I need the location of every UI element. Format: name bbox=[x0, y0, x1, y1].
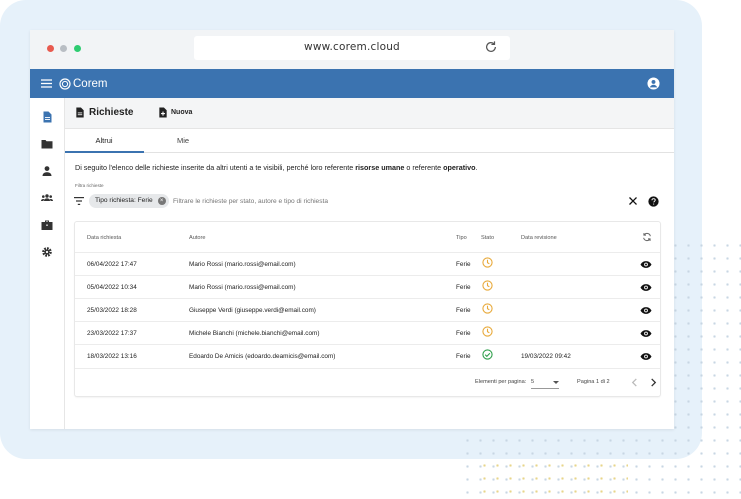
column-header[interactable]: Data richiesta bbox=[87, 235, 121, 241]
request-author: Mario Rossi (mario.rossi@email.com) bbox=[189, 284, 296, 291]
column-header[interactable]: Tipo bbox=[456, 235, 467, 241]
request-type: Ferie bbox=[456, 307, 471, 314]
chip-remove-icon[interactable]: × bbox=[157, 197, 166, 205]
sidebar bbox=[30, 98, 65, 429]
chevron-down-icon bbox=[553, 381, 559, 384]
decorative-dots-yellow bbox=[478, 459, 628, 499]
next-page-icon[interactable] bbox=[650, 378, 657, 387]
app-bar: Corem bbox=[30, 69, 674, 98]
pending-clock-icon bbox=[482, 303, 493, 314]
view-eye-icon[interactable] bbox=[640, 329, 652, 338]
help-icon[interactable] bbox=[648, 196, 659, 207]
filter-bar[interactable]: Tipo richiesta: Ferie × bbox=[71, 192, 669, 211]
request-author: Edoardo De Amicis (edoardo.deamicis@emai… bbox=[189, 353, 336, 360]
request-type: Ferie bbox=[456, 284, 471, 291]
view-eye-icon[interactable] bbox=[640, 306, 652, 315]
menu-icon[interactable] bbox=[41, 78, 52, 89]
filter-input[interactable] bbox=[173, 195, 613, 208]
filter-icon bbox=[74, 197, 84, 205]
address-bar[interactable]: www.corem.cloud bbox=[194, 36, 510, 60]
request-date: 05/04/2022 10:34 bbox=[87, 284, 137, 291]
table-row[interactable]: 18/03/2022 13:16 Edoardo De Amicis (edoar… bbox=[75, 344, 660, 367]
close-dot[interactable] bbox=[47, 45, 54, 52]
tabs: Altrui Mie bbox=[65, 129, 674, 153]
table-row[interactable]: 06/04/2022 17:47 Mario Rossi (mario.rossi… bbox=[75, 252, 660, 275]
view-eye-icon[interactable] bbox=[640, 283, 652, 292]
filter-chip[interactable]: Tipo richiesta: Ferie × bbox=[89, 194, 169, 208]
new-document-icon[interactable] bbox=[158, 107, 168, 118]
sidebar-item-folder[interactable] bbox=[41, 138, 53, 150]
page-title: Richieste bbox=[89, 107, 134, 118]
page-toolbar: Richieste Nuova bbox=[65, 98, 674, 129]
request-author: Michele Bianchi (michele.bianchi@email.c… bbox=[189, 330, 320, 337]
request-date: 23/03/2022 17:37 bbox=[87, 330, 137, 337]
request-author: Giuseppe Verdi (giuseppe.verdi@email.com… bbox=[189, 307, 316, 314]
maximize-dot[interactable] bbox=[74, 45, 81, 52]
sidebar-item-user[interactable] bbox=[41, 165, 53, 177]
approved-icon bbox=[482, 349, 493, 360]
request-author: Mario Rossi (mario.rossi@email.com) bbox=[189, 261, 296, 268]
request-type: Ferie bbox=[456, 330, 471, 337]
sidebar-item-groups[interactable] bbox=[41, 192, 53, 204]
request-date: 06/04/2022 17:47 bbox=[87, 261, 137, 268]
reload-icon[interactable] bbox=[484, 40, 498, 54]
account-icon[interactable] bbox=[647, 77, 660, 90]
request-date: 25/03/2022 18:28 bbox=[87, 307, 137, 314]
logo-text: Corem bbox=[73, 77, 108, 90]
tab-mie[interactable]: Mie bbox=[144, 136, 222, 145]
filter-label: Filtra richieste bbox=[75, 183, 104, 188]
previous-page-icon[interactable] bbox=[631, 378, 638, 387]
description-text: Di seguito l'elenco delle richieste inse… bbox=[75, 163, 478, 172]
app-logo[interactable]: Corem bbox=[59, 75, 108, 92]
main-content: Richieste Nuova Altrui Mie Di seguito l'… bbox=[65, 98, 674, 429]
table-row[interactable]: 05/04/2022 10:34 Mario Rossi (mario.rossi… bbox=[75, 275, 660, 298]
per-page-select[interactable]: 5 bbox=[531, 375, 559, 389]
request-type: Ferie bbox=[456, 261, 471, 268]
request-date: 18/03/2022 13:16 bbox=[87, 353, 137, 360]
table-row[interactable]: 25/03/2022 18:28 Giuseppe Verdi (giuseppe… bbox=[75, 298, 660, 321]
url-text: www.corem.cloud bbox=[304, 41, 400, 53]
filter-chip-label: Tipo richiesta: Ferie bbox=[95, 197, 153, 204]
table-pagination: Elementi per pagina: 5 Pagina 1 di 2 bbox=[75, 368, 660, 396]
column-header[interactable]: Autore bbox=[189, 235, 205, 241]
pending-clock-icon bbox=[482, 257, 493, 268]
view-eye-icon[interactable] bbox=[640, 352, 652, 361]
pending-clock-icon bbox=[482, 326, 493, 337]
logo-mark-icon bbox=[59, 77, 71, 90]
tab-indicator bbox=[65, 151, 144, 153]
tab-altrui[interactable]: Altrui bbox=[65, 136, 143, 145]
sidebar-item-settings[interactable] bbox=[41, 246, 53, 258]
request-type: Ferie bbox=[456, 353, 471, 360]
browser-chrome: www.corem.cloud bbox=[30, 30, 674, 69]
table-row[interactable]: 23/03/2022 17:37 Michele Bianchi (michele… bbox=[75, 321, 660, 344]
page-info: Pagina 1 di 2 bbox=[577, 379, 610, 385]
column-header[interactable]: Stato bbox=[481, 235, 494, 241]
view-eye-icon[interactable] bbox=[640, 260, 652, 269]
requests-table: Data richiesta Autore Tipo Stato Data re… bbox=[75, 222, 660, 396]
pending-clock-icon bbox=[482, 280, 493, 291]
clear-filter-icon[interactable] bbox=[629, 197, 637, 205]
sidebar-item-briefcase[interactable] bbox=[41, 219, 53, 231]
per-page-label: Elementi per pagina: bbox=[475, 379, 527, 385]
minimize-dot[interactable] bbox=[60, 45, 67, 52]
sidebar-item-requests[interactable] bbox=[41, 111, 53, 123]
refresh-icon[interactable] bbox=[642, 232, 652, 242]
review-date: 19/03/2022 09:42 bbox=[521, 353, 571, 360]
document-icon bbox=[76, 107, 84, 118]
new-request-button[interactable]: Nuova bbox=[171, 109, 192, 116]
column-header[interactable]: Data revisione bbox=[521, 235, 557, 241]
browser-window: www.corem.cloud Corem Richieste Nuova Al… bbox=[30, 30, 674, 429]
